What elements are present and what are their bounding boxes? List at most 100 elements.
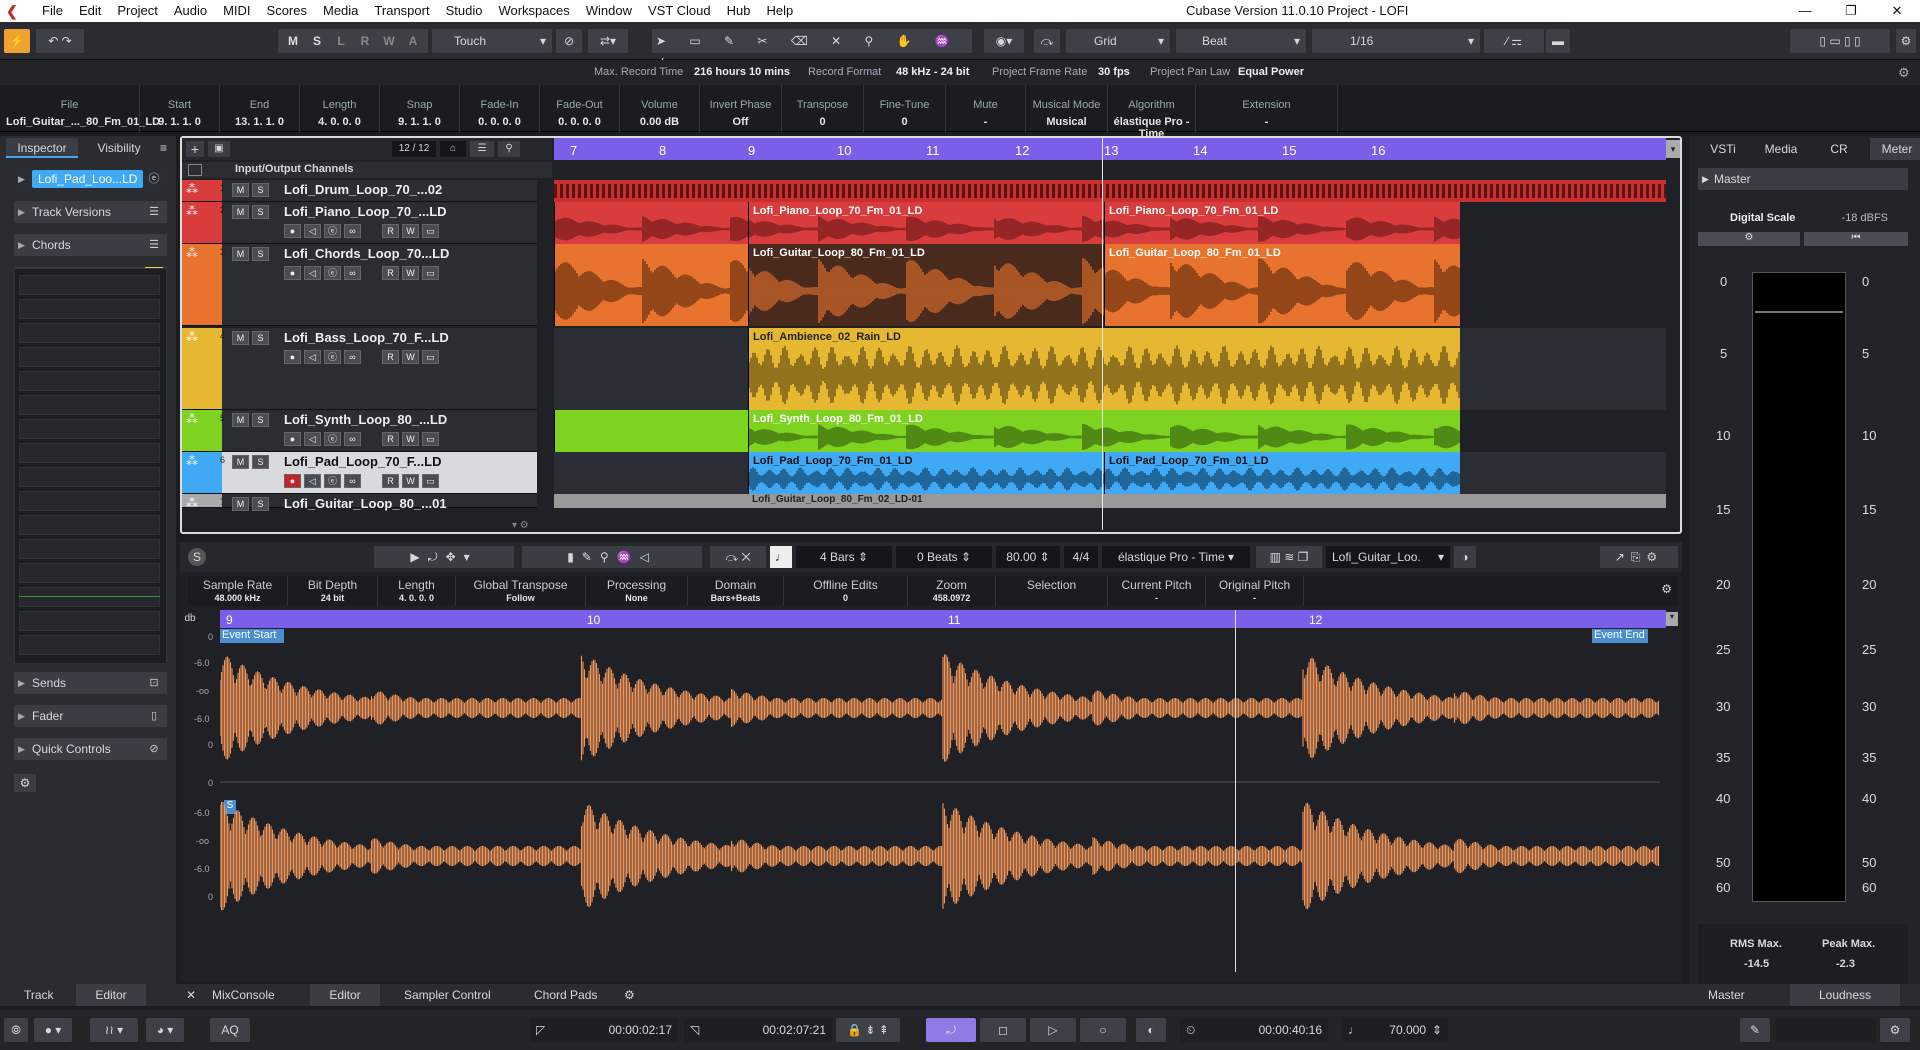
metronome-icon[interactable]: ◕ ▾: [146, 1018, 184, 1042]
menu-media[interactable]: Media: [315, 0, 366, 22]
tap-tempo-icon[interactable]: ✎: [1740, 1018, 1770, 1042]
track-name[interactable]: Lofi_Bass_Loop_70_F...LD: [284, 330, 449, 345]
edit-icon[interactable]: ⓔ: [145, 168, 163, 190]
tab-master[interactable]: Master: [1708, 988, 1745, 1002]
track-row[interactable]: ⁂ 5 M S Lofi_Synth_Loop_80_...LD ● ◁ ⓔ ∞ R W ▭: [182, 410, 537, 452]
master-meter-section[interactable]: ▶ Master: [1698, 168, 1908, 190]
track-row[interactable]: ⁂ 2 M S Lofi_Piano_Loop_70_...LD ● ◁ ⓔ ∞ R W ▭: [182, 202, 537, 244]
tab-editor-left[interactable]: Editor: [76, 984, 146, 1006]
track-name[interactable]: Lofi_Chords_Loop_70...LD: [284, 246, 449, 261]
monitor-button[interactable]: ◁: [304, 432, 321, 446]
solo-button[interactable]: S: [252, 331, 269, 345]
search-icon[interactable]: ⚲: [498, 141, 520, 157]
info-field-musical-mode[interactable]: Musical Mode Musical: [1026, 85, 1108, 132]
monitor-button[interactable]: ◁: [304, 224, 321, 238]
inspector-settings-icon[interactable]: ⚙: [14, 774, 36, 792]
close-lower-zone-icon[interactable]: ✕: [186, 988, 196, 1002]
insert-slot[interactable]: [19, 539, 160, 559]
mute-button[interactable]: M: [232, 455, 249, 469]
insert-slot[interactable]: [19, 299, 160, 319]
info-field-extension[interactable]: Extension -: [1196, 85, 1338, 132]
sample-info-sample-rate[interactable]: Sample Rate 48.000 kHz: [188, 576, 288, 606]
tab-cr[interactable]: CR: [1812, 138, 1866, 160]
record-enable-button[interactable]: ●: [284, 432, 301, 446]
mute-button[interactable]: M: [232, 331, 249, 345]
write-button[interactable]: W: [402, 266, 419, 280]
info-field-fine-tune[interactable]: Fine-Tune 0: [864, 85, 946, 132]
insert-slot[interactable]: [19, 491, 160, 511]
color-menu-icon[interactable]: ◉▾: [984, 29, 1024, 53]
edit-button[interactable]: ⓔ: [324, 266, 341, 280]
editor-tools[interactable]: ▶⤾✥▾: [374, 546, 514, 568]
punch-buttons[interactable]: 🔒 ⇟ ⇞: [836, 1018, 900, 1042]
menu-transport[interactable]: Transport: [366, 0, 437, 22]
track-row[interactable]: ⁂ 1 M S Lofi_Drum_Loop_70_...02: [182, 180, 537, 202]
activate-project-icon[interactable]: ⚡: [4, 29, 30, 53]
track-name[interactable]: Lofi_Synth_Loop_80_...LD: [284, 412, 447, 427]
mode-button-l[interactable]: L: [329, 29, 353, 53]
view-buttons[interactable]: ▥ ≋ ❐: [1256, 546, 1322, 568]
add-track-icon[interactable]: +: [186, 141, 204, 157]
sample-info-zoom[interactable]: Zoom 458.0972: [908, 576, 996, 606]
sample-info-processing[interactable]: Processing None: [586, 576, 688, 606]
lanes-button[interactable]: ▭: [422, 474, 439, 488]
tracklist-zoom-icon[interactable]: ▾ ⚙: [512, 520, 529, 531]
insert-slot[interactable]: [19, 371, 160, 391]
maximize-icon[interactable]: ❐: [1828, 0, 1874, 22]
stop-button[interactable]: ◻: [980, 1018, 1026, 1042]
audio-event[interactable]: Lofi_Pad_Loop_70_Fm_01_LD: [748, 452, 1104, 494]
sample-info-length[interactable]: Length 4. 0. 0. 0: [378, 576, 456, 606]
suspend-icon[interactable]: ⊘: [556, 29, 582, 53]
link-button[interactable]: ∞: [344, 350, 361, 364]
insert-slot[interactable]: [19, 515, 160, 535]
insert-slot[interactable]: [19, 587, 160, 607]
info-field-volume[interactable]: Volume 0.00 dB: [620, 85, 700, 132]
automation-mode-select[interactable]: Touch ▾: [432, 29, 552, 53]
link-button[interactable]: ∞: [344, 474, 361, 488]
read-button[interactable]: R: [382, 224, 399, 238]
undo-redo-buttons[interactable]: ↶ ↷: [36, 29, 84, 53]
beats-field[interactable]: 0 Beats ⇕: [896, 546, 992, 568]
insert-slot[interactable]: [19, 275, 160, 295]
solo-button[interactable]: S: [252, 247, 269, 261]
info-field-invert-phase[interactable]: Invert Phase Off: [700, 85, 782, 132]
mute-button[interactable]: M: [232, 205, 249, 219]
solo-button[interactable]: S: [252, 205, 269, 219]
menu-project[interactable]: Project: [109, 0, 165, 22]
meter-settings-icon[interactable]: ⚙: [1698, 232, 1800, 246]
cycle-button[interactable]: ⤾: [926, 1018, 976, 1042]
solo-button[interactable]: S: [252, 455, 269, 469]
info-field-snap[interactable]: Snap 9. 1. 1. 0: [380, 85, 460, 132]
section-icon[interactable]: ⊡: [145, 672, 163, 694]
lanes-button[interactable]: ▭: [422, 350, 439, 364]
insert-slot[interactable]: [19, 419, 160, 439]
ruler-menu-icon[interactable]: ▾: [1666, 140, 1680, 158]
edit-button[interactable]: ⓔ: [324, 350, 341, 364]
sample-info-bit-depth[interactable]: Bit Depth 24 bit: [288, 576, 378, 606]
sample-info-settings-icon[interactable]: ⚙: [1661, 582, 1672, 596]
list-icon[interactable]: ☰: [470, 141, 494, 157]
track-row[interactable]: ⁂ 6 M S Lofi_Pad_Loop_70_F...LD ● ◁ ⓔ ∞ R W ▭: [182, 452, 537, 494]
editor-window-icons[interactable]: ↗⎘⚙: [1600, 546, 1678, 568]
solo-editor-icon[interactable]: S: [188, 548, 206, 566]
insert-slot[interactable]: [19, 635, 160, 655]
info-field-algorithm[interactable]: Algorithm élastique Pro - Time: [1108, 85, 1196, 140]
sample-info-domain[interactable]: Domain Bars+Beats: [688, 576, 784, 606]
add-folder-icon[interactable]: ▣: [208, 141, 230, 157]
playhead-cursor[interactable]: [1102, 138, 1103, 530]
snap-toggle-icon[interactable]: ⤼: [1034, 29, 1060, 53]
tab-chord-pads[interactable]: Chord Pads: [534, 988, 597, 1002]
info-field-length[interactable]: Length 4. 0. 0. 0: [300, 85, 380, 132]
info-field-file[interactable]: File Lofi_Guitar_..._80_Fm_01_LD: [0, 85, 160, 132]
play-button[interactable]: ▷: [1030, 1018, 1076, 1042]
audio-event[interactable]: Lofi_Piano_Loop_70_Fm_01_LD: [748, 202, 1104, 244]
record-enable-button[interactable]: ●: [284, 474, 301, 488]
write-button[interactable]: W: [402, 432, 419, 446]
tab-inspector[interactable]: Inspector: [6, 138, 78, 158]
tab-track[interactable]: Track: [24, 988, 54, 1002]
insert-slot[interactable]: [19, 611, 160, 631]
record-enable-button[interactable]: ●: [284, 224, 301, 238]
section-icon[interactable]: ☰: [145, 201, 163, 223]
lanes-button[interactable]: ▭: [422, 224, 439, 238]
section-icon[interactable]: ☰: [145, 234, 163, 256]
